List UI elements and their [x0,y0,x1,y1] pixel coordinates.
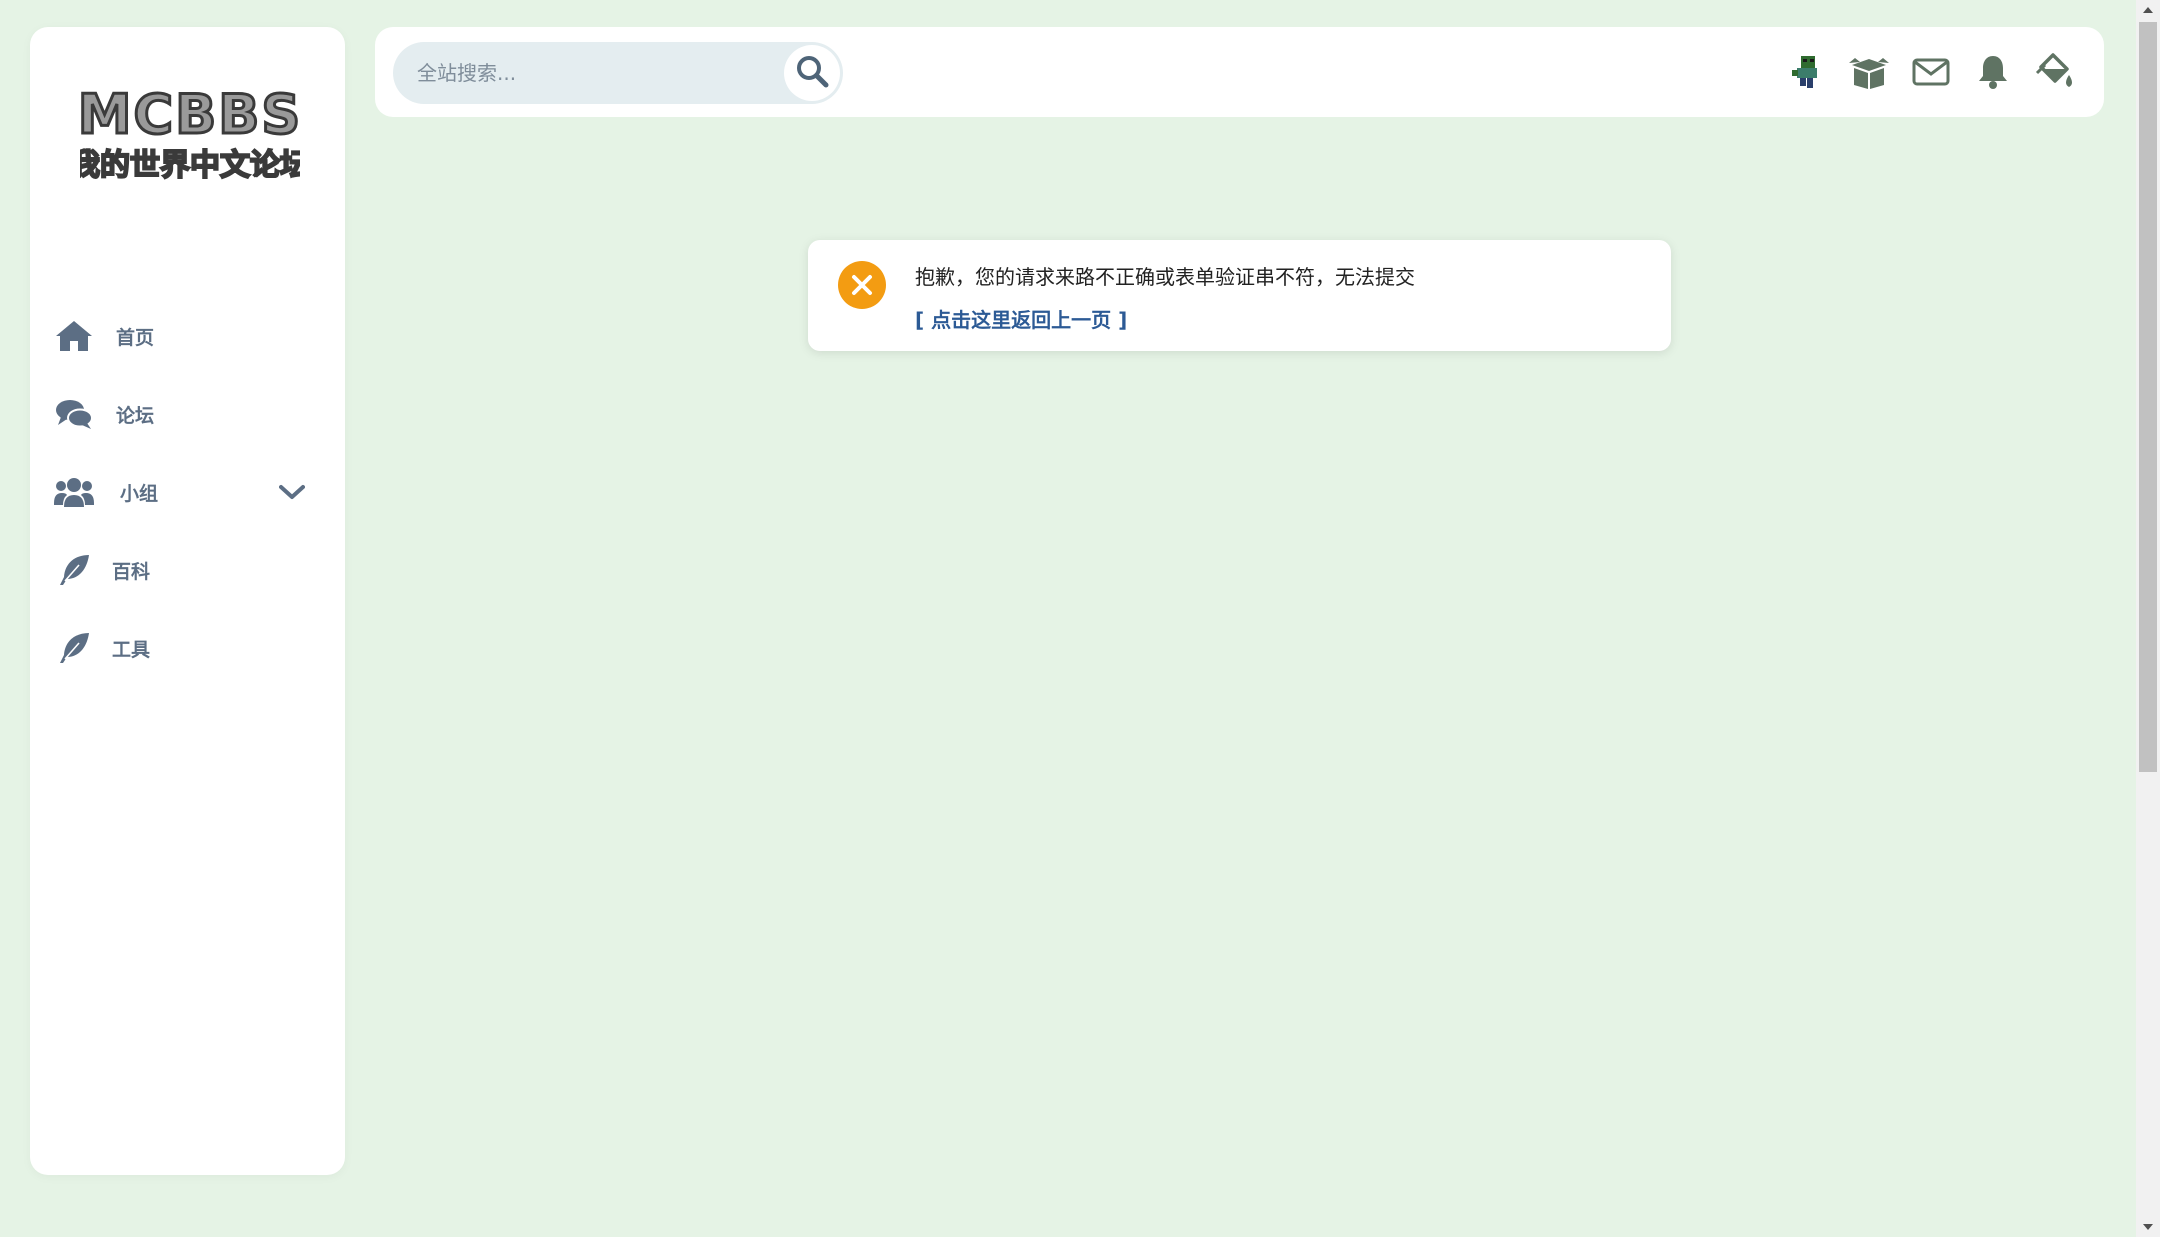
search-input[interactable] [393,42,777,104]
feather-icon [52,626,96,670]
scrollbar-thumb[interactable] [2139,22,2157,772]
sidebar-item-label: 首页 [116,326,155,349]
sidebar-item-label: 工具 [112,638,151,661]
feather-icon [52,548,96,592]
sidebar: MCBBS 我的世界中文论坛 首页 论坛 小组 百科 工具 [30,27,345,1175]
bell-icon[interactable] [1972,51,2014,93]
sidebar-item-label: 小组 [120,482,159,505]
sidebar-item-label: 百科 [112,560,151,583]
scroll-down-arrow-icon[interactable] [2136,1217,2160,1237]
mcbbs-logo[interactable]: MCBBS 我的世界中文论坛 [69,73,311,185]
sidebar-item-groups[interactable]: 小组 [30,453,345,531]
box-icon[interactable] [1848,51,1890,93]
back-link[interactable]: [ 点击这里返回上一页 ] [915,304,1127,333]
search-button[interactable] [784,45,840,101]
users-icon [52,470,96,514]
mail-icon[interactable] [1910,51,1952,93]
avatar-icon[interactable] [1786,51,1828,93]
page: MCBBS 我的世界中文论坛 首页 论坛 小组 百科 工具 全站搜索... 抱歉… [0,0,2160,1237]
error-message: 抱歉，您的请求来路不正确或表单验证串不符，无法提交 [915,265,1415,289]
top-bar [375,27,2104,117]
sidebar-item-tools[interactable]: 工具 [30,609,345,687]
search-icon [795,54,829,92]
sidebar-item-forum[interactable]: 论坛 [30,375,345,453]
sidebar-item-home[interactable]: 首页 [30,297,345,375]
comments-icon [52,392,96,436]
sidebar-item-label: 论坛 [116,404,155,427]
top-icons [1786,47,2076,97]
chevron-down-icon[interactable] [277,477,307,507]
scroll-up-arrow-icon[interactable] [2136,0,2160,20]
sidebar-nav: 首页 论坛 小组 百科 工具 [30,297,345,687]
home-icon [52,314,96,358]
error-alert: 抱歉，您的请求来路不正确或表单验证串不符，无法提交 [ 点击这里返回上一页 ] [808,240,1671,351]
svg-text:MCBBS: MCBBS [80,83,300,146]
search-box [393,42,843,104]
paint-bucket-icon[interactable] [2034,51,2076,93]
sidebar-item-wiki[interactable]: 百科 [30,531,345,609]
svg-text:我的世界中文论坛: 我的世界中文论坛 [80,148,300,183]
scrollbar[interactable] [2136,0,2160,1237]
error-icon [838,261,886,309]
